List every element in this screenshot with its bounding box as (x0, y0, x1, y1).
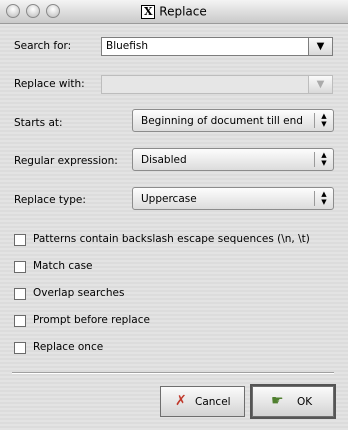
ok-label: OK (297, 396, 313, 408)
checkbox-box[interactable] (14, 315, 26, 327)
checkbox-label: Prompt before replace (33, 314, 150, 326)
checkbox-box[interactable] (14, 261, 26, 273)
checkbox-box[interactable] (14, 288, 26, 300)
select-separator (314, 152, 315, 167)
replace-type-select[interactable]: Uppercase ▲ ▼ (132, 187, 334, 210)
separator (12, 372, 334, 374)
search-history-dropdown[interactable]: ▼ (309, 37, 333, 56)
replace-type-value: Uppercase (141, 193, 197, 205)
replace-history-dropdown[interactable]: ▼ (309, 75, 333, 94)
starts-at-value: Beginning of document till end (141, 115, 303, 127)
updown-arrows-icon: ▲ ▼ (321, 112, 327, 128)
window-title: X Replace (0, 4, 348, 19)
search-label: Search for: (14, 40, 72, 52)
checkbox-label: Overlap searches (33, 287, 125, 299)
regex-value: Disabled (141, 154, 187, 166)
chevron-down-icon: ▼ (316, 79, 325, 90)
chevron-down-icon: ▼ (316, 41, 325, 52)
starts-at-label: Starts at: (14, 117, 63, 129)
cancel-button[interactable]: ✗ Cancel (160, 386, 245, 417)
title-bar: X Replace (0, 0, 348, 24)
updown-arrows-icon: ▲ ▼ (321, 190, 327, 206)
ok-hand-icon: ☛ (271, 393, 284, 409)
select-separator (314, 113, 315, 128)
replace-label: Replace with: (14, 78, 85, 90)
ok-button[interactable]: ☛ OK (250, 384, 336, 419)
search-input[interactable]: Bluefish (101, 37, 309, 56)
regex-label: Regular expression: (14, 155, 118, 167)
select-separator (314, 191, 315, 206)
regex-select[interactable]: Disabled ▲ ▼ (132, 148, 334, 171)
starts-at-select[interactable]: Beginning of document till end ▲ ▼ (132, 109, 334, 132)
checkbox-box[interactable] (14, 342, 26, 354)
dialog-content: Search for: Bluefish ▼ Replace with: ▼ S… (0, 24, 348, 430)
checkbox-label: Patterns contain backslash escape sequen… (33, 233, 310, 245)
checkbox-box[interactable] (14, 234, 26, 246)
replace-input[interactable] (101, 75, 309, 94)
checkbox-label: Match case (33, 260, 93, 272)
cancel-x-icon: ✗ (175, 393, 187, 409)
updown-arrows-icon: ▲ ▼ (321, 151, 327, 167)
cancel-label: Cancel (195, 396, 231, 408)
replace-type-label: Replace type: (14, 194, 86, 206)
window-title-text: Replace (159, 4, 207, 19)
x11-app-icon: X (141, 4, 156, 19)
checkbox-label: Replace once (33, 341, 104, 353)
